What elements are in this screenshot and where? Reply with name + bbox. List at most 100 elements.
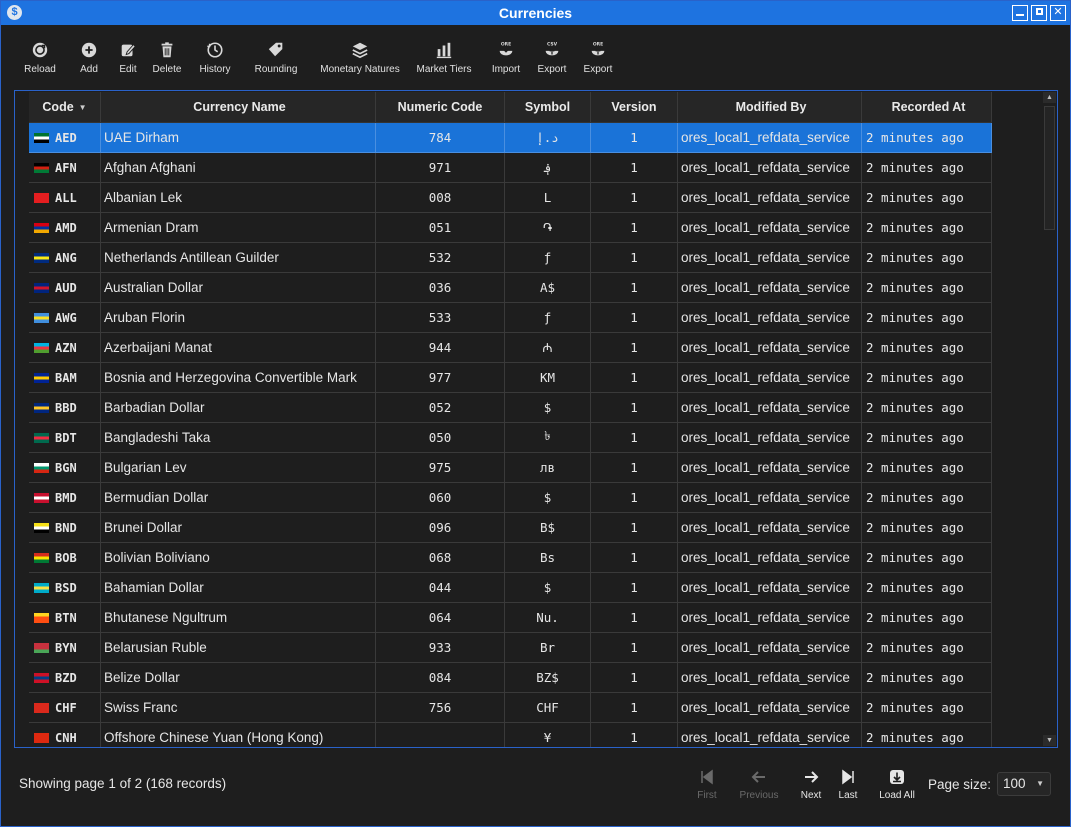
flag-icon [34, 132, 49, 143]
scroll-thumb[interactable] [1044, 106, 1055, 230]
cell-symbol: $ [505, 483, 591, 513]
column-header-recorded-at[interactable]: Recorded At [862, 92, 992, 122]
flag-icon [34, 402, 49, 413]
cell-modified-by: ores_local1_refdata_service [678, 483, 862, 513]
table-row[interactable]: BMD Bermudian Dollar 060 $1 ores_local1_refd… [29, 483, 992, 513]
vertical-scrollbar[interactable]: ▲ ▼ [1043, 92, 1056, 746]
cell-symbol: Bs [505, 543, 591, 573]
close-icon[interactable]: ✕ [1050, 5, 1066, 21]
table-row[interactable]: ANG Netherlands Antillean Guilder 532 ƒ 1 ore… [29, 243, 992, 273]
first-page-button[interactable]: First [685, 767, 729, 801]
table-row[interactable]: AFN Afghan Afghani 971 ؋ 1 ores_local1_refdat… [29, 153, 992, 183]
flag-icon [34, 192, 49, 203]
table-row[interactable]: AED UAE Dirham 784 د.إ 1 ores_local1_refdata_… [29, 123, 992, 153]
add-button[interactable]: Add [65, 39, 113, 75]
table-row[interactable]: AMD Armenian Dram 051 ֏ 1 ores_local1_refdata… [29, 213, 992, 243]
next-page-button[interactable]: Next [789, 767, 833, 801]
cell-symbol: ¥ [505, 723, 591, 747]
monetary-natures-button[interactable]: Monetary Natures [313, 39, 407, 75]
column-header-symbol[interactable]: Symbol [505, 92, 591, 122]
cell-symbol: $ [505, 393, 591, 423]
cell-recorded-at: 2 minutes ago [862, 213, 992, 243]
table-row[interactable]: BDT Bangladeshi Taka 050 ৳ 1 ores_local1_refd… [29, 423, 992, 453]
column-header-code[interactable]: Code ▼ [29, 92, 101, 122]
cell-code: BDT [29, 423, 101, 453]
reload-icon [31, 39, 49, 61]
minimize-icon[interactable] [1012, 5, 1028, 21]
cell-modified-by: ores_local1_refdata_service [678, 723, 862, 747]
flag-icon [34, 492, 49, 503]
cell-code: BOB [29, 543, 101, 573]
table-row[interactable]: AZN Azerbaijani Manat 944 ₼ 1 ores_local1_ref… [29, 333, 992, 363]
cell-modified-by: ores_local1_refdata_service [678, 633, 862, 663]
cell-numeric: 532 [376, 243, 505, 273]
cell-numeric: 944 [376, 333, 505, 363]
cell-version: 1 [591, 183, 678, 213]
edit-button[interactable]: Edit [113, 39, 143, 75]
market-tiers-button[interactable]: Market Tiers [407, 39, 481, 75]
table-row[interactable]: BYN Belarusian Ruble 933 Br 1 ores_local1_ref… [29, 633, 992, 663]
cell-name: UAE Dirham [101, 123, 376, 153]
history-button[interactable]: History [191, 39, 239, 75]
cell-name: Belize Dollar [101, 663, 376, 693]
table-row[interactable]: AWG Aruban Florin 533 ƒ 1 ores_local1_refdata… [29, 303, 992, 333]
table-row[interactable]: BOB Bolivian Boliviano 068 Bs 1 ores_local1_r… [29, 543, 992, 573]
import-button[interactable]: ORE Import [481, 39, 531, 76]
maximize-icon[interactable] [1031, 5, 1047, 21]
page-size-select[interactable]: 100 ▼ [997, 772, 1051, 796]
export-csv-button[interactable]: CSV Export [531, 39, 573, 76]
trash-icon [158, 39, 176, 61]
column-header-numeric[interactable]: Numeric Code [376, 92, 505, 122]
table-row[interactable]: BAM Bosnia and Herzegovina Convertible Ma… [29, 363, 992, 393]
column-header-version[interactable]: Version [591, 92, 678, 122]
table-row[interactable]: BGN Bulgarian Lev 975 лв 1 ores_local1_refdat… [29, 453, 992, 483]
export-ore-button[interactable]: ORE Export [573, 39, 623, 76]
flag-icon [34, 702, 49, 713]
cell-name: Bermudian Dollar [101, 483, 376, 513]
cell-symbol: ₼ [505, 333, 591, 363]
flag-icon [34, 732, 49, 743]
table-row[interactable]: ALL Albanian Lek 008 L 1 ores_local1_refdata_… [29, 183, 992, 213]
column-header-name[interactable]: Currency Name [101, 92, 376, 122]
cell-numeric: 971 [376, 153, 505, 183]
cell-name: Netherlands Antillean Guilder [101, 243, 376, 273]
cell-numeric [376, 723, 505, 747]
cell-version: 1 [591, 213, 678, 243]
table-row[interactable]: CNH Offshore Chinese Yuan (Hong Kong) ¥1 or… [29, 723, 992, 747]
column-header-modified-by[interactable]: Modified By [678, 92, 862, 122]
cell-modified-by: ores_local1_refdata_service [678, 183, 862, 213]
table-row[interactable]: BND Brunei Dollar 096 B$ 1 ores_local1_refdat… [29, 513, 992, 543]
cell-modified-by: ores_local1_refdata_service [678, 513, 862, 543]
cell-version: 1 [591, 633, 678, 663]
cell-name: Barbadian Dollar [101, 393, 376, 423]
scroll-down-icon[interactable]: ▼ [1043, 735, 1056, 746]
cell-modified-by: ores_local1_refdata_service [678, 393, 862, 423]
cell-modified-by: ores_local1_refdata_service [678, 453, 862, 483]
cell-recorded-at: 2 minutes ago [862, 363, 992, 393]
window-title: Currencies [498, 5, 573, 21]
table-row[interactable]: CHF Swiss Franc 756 CHF 1 ores_local1_refdata… [29, 693, 992, 723]
table-row[interactable]: BSD Bahamian Dollar 044 $1 ores_local1_refda… [29, 573, 992, 603]
delete-button[interactable]: Delete [143, 39, 191, 75]
cell-modified-by: ores_local1_refdata_service [678, 303, 862, 333]
history-icon [206, 39, 224, 61]
reload-button[interactable]: Reload [15, 39, 65, 75]
scroll-up-icon[interactable]: ▲ [1043, 92, 1056, 103]
previous-page-button[interactable]: Previous [729, 767, 789, 801]
cell-code: ALL [29, 183, 101, 213]
table-row[interactable]: AUD Australian Dollar 036 A$ 1 ores_local1_re… [29, 273, 992, 303]
table-row[interactable]: BZD Belize Dollar 084 BZ$ 1 ores_local1_refda… [29, 663, 992, 693]
flag-icon [34, 282, 49, 293]
cell-version: 1 [591, 723, 678, 747]
table-row[interactable]: BBD Barbadian Dollar 052 $1 ores_local1_refd… [29, 393, 992, 423]
cell-numeric: 784 [376, 123, 505, 153]
rounding-button[interactable]: Rounding [239, 39, 313, 75]
cell-version: 1 [591, 333, 678, 363]
table-body: AED UAE Dirham 784 د.إ 1 ores_local1_refdata_… [29, 123, 992, 747]
load-all-button[interactable]: Load All [871, 767, 923, 801]
cell-code: AFN [29, 153, 101, 183]
title-bar[interactable]: $ Currencies ✕ [1, 1, 1070, 25]
table-row[interactable]: BTN Bhutanese Ngultrum 064 Nu. 1 ores_local1_… [29, 603, 992, 633]
last-page-button[interactable]: Last [833, 767, 863, 801]
cell-symbol: лв [505, 453, 591, 483]
